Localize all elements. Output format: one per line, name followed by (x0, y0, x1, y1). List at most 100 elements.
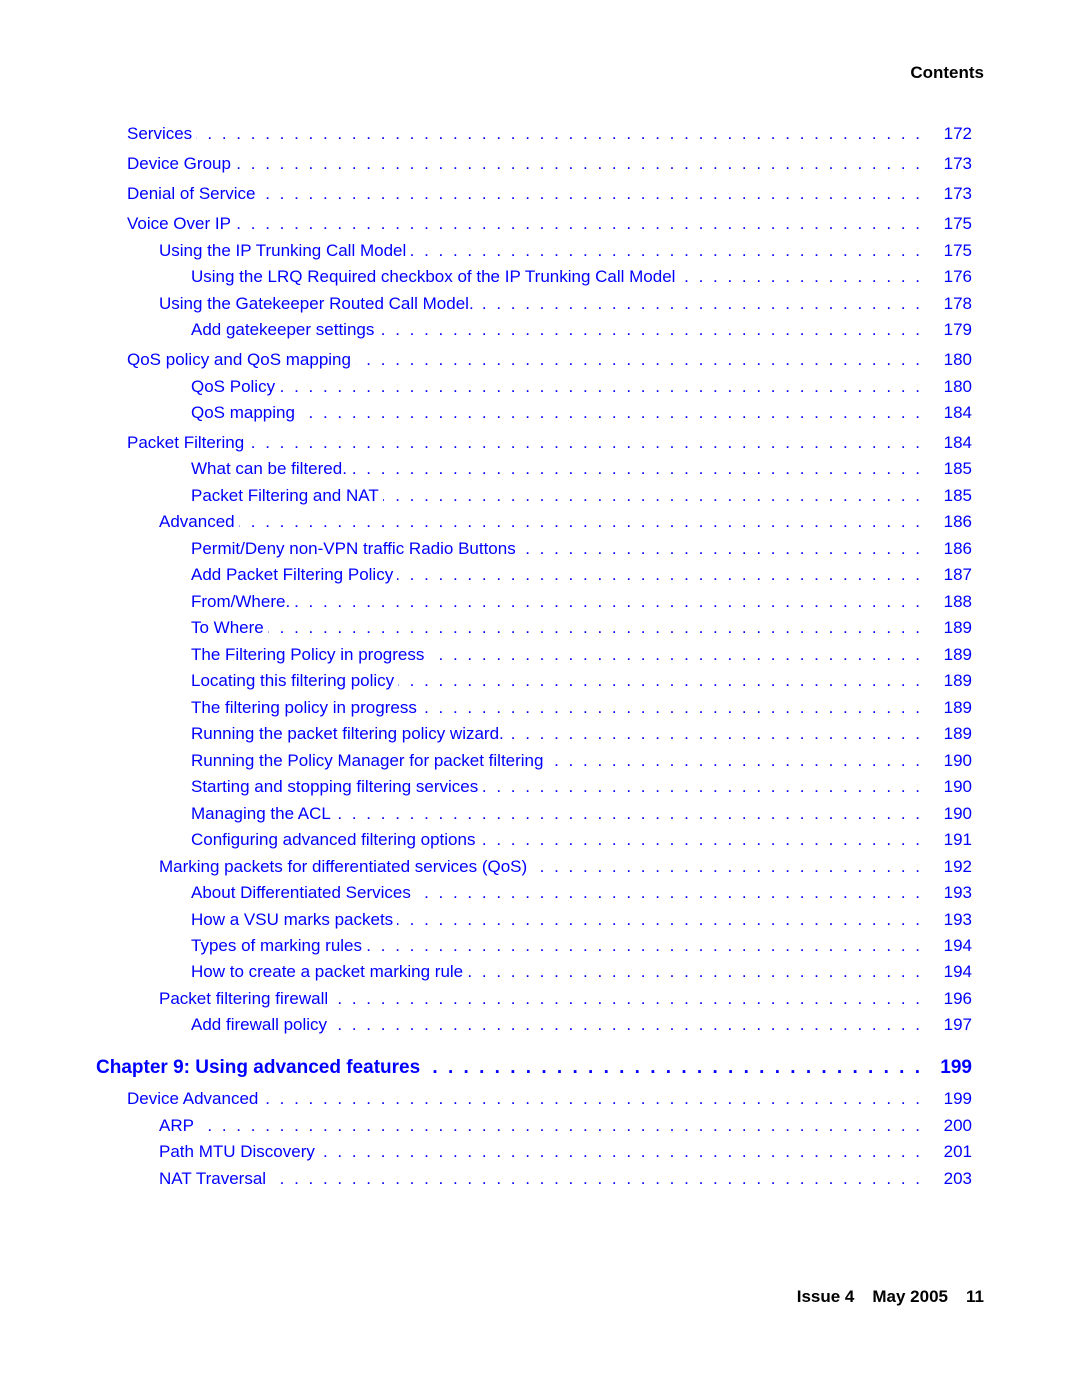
toc-entry-page: 189 (943, 671, 972, 690)
dot-leader (260, 183, 920, 205)
toc-entry-label: Types of marking rules (191, 936, 363, 955)
toc-entry-page: 178 (943, 294, 972, 313)
toc-entry-label: Marking packets for differentiated servi… (159, 857, 528, 876)
toc-entry[interactable]: NAT Traversal 203 (159, 1168, 972, 1190)
toc-entry[interactable]: Packet filtering firewall 196 (159, 988, 972, 1010)
toc-entry-page: 193 (943, 883, 972, 902)
toc-entry-page: 197 (943, 1015, 972, 1034)
toc-entry[interactable]: The filtering policy in progress 189 (191, 697, 972, 719)
toc-entry[interactable]: Types of marking rules 194 (191, 935, 972, 957)
toc-entry[interactable]: Marking packets for differentiated servi… (159, 856, 972, 878)
toc-entry-label: Using the LRQ Required checkbox of the I… (191, 267, 676, 286)
dot-leader (235, 213, 920, 235)
toc-entry-page: 190 (943, 777, 972, 796)
dot-leader (366, 935, 920, 957)
dot-leader (198, 1115, 920, 1137)
toc-entry[interactable]: Running the packet filtering policy wiza… (191, 723, 972, 745)
toc-entry-label: Packet filtering firewall (159, 989, 329, 1008)
dot-leader (428, 644, 920, 666)
toc-entry-label: From/Where. (191, 592, 291, 611)
toc-entry-label: The Filtering Policy in progress (191, 645, 425, 664)
dot-leader (397, 564, 920, 586)
toc-entry[interactable]: Add firewall policy 197 (191, 1014, 972, 1036)
toc-entry[interactable]: From/Where. 188 (191, 591, 972, 613)
toc-entry[interactable]: Running the Policy Manager for packet fi… (191, 750, 972, 772)
toc-entry-label: Running the packet filtering policy wiza… (191, 724, 504, 743)
dot-leader (294, 591, 920, 613)
toc-entry-page: 203 (943, 1169, 972, 1188)
dot-leader (424, 1057, 920, 1079)
toc-entry-page: 189 (943, 645, 972, 664)
toc-entry-page: 187 (943, 565, 972, 584)
toc-entry[interactable]: Packet Filtering 184 (127, 432, 972, 454)
toc-entry[interactable]: Add Packet Filtering Policy 187 (191, 564, 972, 586)
toc-entry-page: 185 (943, 459, 972, 478)
dot-leader (235, 153, 920, 175)
toc-entry[interactable]: How to create a packet marking rule 194 (191, 961, 972, 983)
toc-entry-label: To Where (191, 618, 264, 637)
toc-entry-page: 180 (943, 377, 972, 396)
toc-entry-page: 199 (940, 1057, 972, 1078)
dot-leader (279, 376, 920, 398)
toc-entry-page: 176 (943, 267, 972, 286)
toc-entry[interactable]: Services 172 (127, 123, 972, 145)
dot-leader (421, 697, 920, 719)
toc-entry-page: 172 (943, 124, 972, 143)
dot-leader (196, 123, 920, 145)
toc-entry-label: Permit/Deny non-VPN traffic Radio Button… (191, 539, 516, 558)
toc-entry[interactable]: About Differentiated Services 193 (191, 882, 972, 904)
toc-entry-page: 185 (943, 486, 972, 505)
toc-entry[interactable]: How a VSU marks packets 193 (191, 909, 972, 931)
toc-entry-label: How to create a packet marking rule (191, 962, 464, 981)
dot-leader (531, 856, 920, 878)
toc-entry[interactable]: The Filtering Policy in progress 189 (191, 644, 972, 666)
toc-entry-label: Advanced (159, 512, 235, 531)
toc-entry-page: 189 (943, 724, 972, 743)
dot-leader (319, 1141, 920, 1163)
toc-entry[interactable]: Packet Filtering and NAT 185 (191, 485, 972, 507)
toc-entry[interactable]: Starting and stopping filtering services… (191, 776, 972, 798)
toc-entry-label: Denial of Service (127, 184, 256, 203)
toc-entry-page: 190 (943, 804, 972, 823)
dot-leader (332, 988, 920, 1010)
toc-entry-page: 184 (943, 433, 972, 452)
toc-entry-label: Device Advanced (127, 1089, 259, 1108)
toc-entry[interactable]: ARP 200 (159, 1115, 972, 1137)
toc-entry-label: Using the IP Trunking Call Model (159, 241, 407, 260)
toc-entry-label: Running the Policy Manager for packet fi… (191, 751, 544, 770)
toc-entry[interactable]: Using the LRQ Required checkbox of the I… (191, 266, 972, 288)
toc-entry-label: Voice Over IP (127, 214, 231, 233)
toc-entry[interactable]: Denial of Service 173 (127, 183, 972, 205)
dot-leader (397, 909, 920, 931)
toc-chapter-entry[interactable]: Chapter 9: Using advanced features 199 (96, 1057, 972, 1079)
toc-entry-page: 184 (943, 403, 972, 422)
toc-entry-page: 179 (943, 320, 972, 339)
toc-entry[interactable]: Path MTU Discovery 201 (159, 1141, 972, 1163)
toc-entry[interactable]: Using the Gatekeeper Routed Call Model. 1… (159, 293, 972, 315)
toc-entry[interactable]: Device Advanced 199 (127, 1088, 972, 1110)
toc-entry-label: How a VSU marks packets (191, 910, 394, 929)
toc-entry-label: Using the Gatekeeper Routed Call Model. (159, 294, 474, 313)
toc-entry-label: Starting and stopping filtering services (191, 777, 479, 796)
toc-entry[interactable]: QoS Policy 180 (191, 376, 972, 398)
toc-entry[interactable]: QoS policy and QoS mapping 180 (127, 349, 972, 371)
toc-entry[interactable]: To Where 189 (191, 617, 972, 639)
toc-entry[interactable]: Locating this filtering policy 189 (191, 670, 972, 692)
toc-entry[interactable]: Managing the ACL 190 (191, 803, 972, 825)
toc-entry[interactable]: What can be filtered. 185 (191, 458, 972, 480)
toc-entry-page: 173 (943, 154, 972, 173)
toc-entry[interactable]: Add gatekeeper settings 179 (191, 319, 972, 341)
toc-entry-page: 175 (943, 241, 972, 260)
dot-leader (479, 829, 920, 851)
toc-entry[interactable]: QoS mapping 184 (191, 402, 972, 424)
toc-entry[interactable]: Device Group 173 (127, 153, 972, 175)
toc-entry[interactable]: Voice Over IP 175 (127, 213, 972, 235)
toc-entry[interactable]: Using the IP Trunking Call Model 175 (159, 240, 972, 262)
dot-leader (268, 617, 920, 639)
toc-entry[interactable]: Permit/Deny non-VPN traffic Radio Button… (191, 538, 972, 560)
toc-entry[interactable]: Advanced 186 (159, 511, 972, 533)
toc-entry-page: 189 (943, 618, 972, 637)
toc-entry[interactable]: Configuring advanced filtering options 19… (191, 829, 972, 851)
toc-entry-label: Services (127, 124, 193, 143)
toc-entry-label: Packet Filtering (127, 433, 245, 452)
